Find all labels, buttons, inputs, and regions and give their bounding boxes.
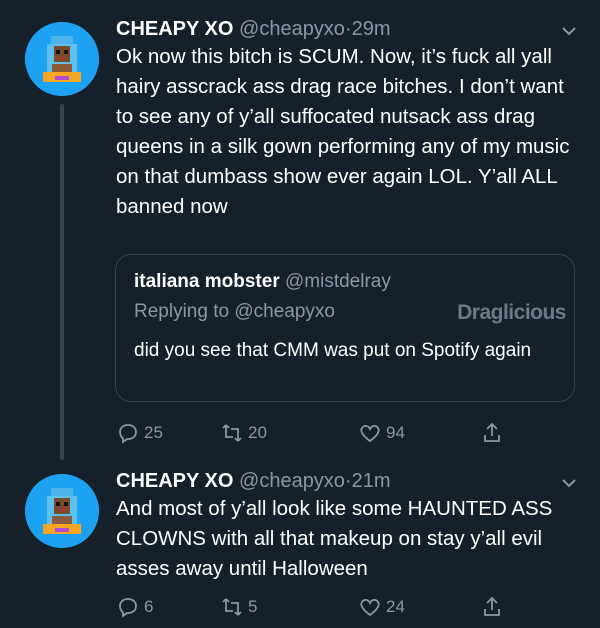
quote-text: did you see that CMM was put on Spotify … — [134, 340, 532, 361]
heart-icon — [360, 598, 380, 617]
share-button[interactable] — [480, 418, 504, 448]
reply-icon — [119, 598, 137, 618]
reply-count: 25 — [144, 423, 163, 442]
like-count: 94 — [386, 423, 405, 442]
action-bar: 6 5 24 — [116, 592, 516, 622]
quote-user-handle: @mistdelray — [285, 271, 391, 292]
share-icon — [484, 422, 500, 442]
chevron-down-icon[interactable] — [558, 20, 580, 42]
quote-header: italiana mobster @mistdelray — [134, 269, 391, 295]
like-button[interactable]: 24 — [358, 592, 405, 622]
retweet-icon — [222, 424, 242, 442]
share-button[interactable] — [480, 592, 504, 622]
tweet-header: CHEAPY XO @cheapyxo·29m — [116, 16, 560, 42]
user-handle[interactable]: @cheapyxo — [239, 470, 345, 492]
replying-to[interactable]: Replying to @cheapyxo — [134, 299, 335, 325]
timestamp[interactable]: 21m — [352, 470, 391, 492]
reply-icon — [119, 424, 137, 444]
tweet-text: Ok now this bitch is SCUM. Now, it’s fuc… — [116, 45, 570, 218]
quoted-tweet[interactable]: italiana mobster @mistdelray Replying to… — [115, 254, 575, 402]
user-handle[interactable]: @cheapyxo — [239, 18, 345, 40]
separator-dot: · — [344, 470, 352, 492]
heart-icon — [360, 424, 380, 443]
display-name[interactable]: CHEAPY XO — [116, 470, 233, 492]
retweet-count: 20 — [248, 423, 267, 442]
avatar[interactable] — [25, 474, 99, 548]
retweet-icon — [222, 598, 242, 616]
tweet-header: CHEAPY XO @cheapyxo·21m — [116, 468, 560, 494]
chevron-down-icon[interactable] — [558, 472, 580, 494]
retweet-button[interactable]: 5 — [220, 592, 257, 622]
watermark: Draglicious — [457, 301, 566, 324]
retweet-button[interactable]: 20 — [220, 418, 267, 448]
separator-dot: · — [344, 18, 352, 40]
reply-button[interactable]: 6 — [116, 592, 153, 622]
reply-count: 6 — [144, 597, 154, 616]
tweet[interactable]: CHEAPY XO @cheapyxo·21m And most of y’al… — [0, 452, 600, 628]
retweet-count: 5 — [248, 597, 258, 616]
thread-line — [60, 104, 64, 460]
share-icon — [484, 596, 500, 616]
display-name[interactable]: CHEAPY XO — [116, 18, 233, 40]
timestamp[interactable]: 29m — [352, 18, 391, 40]
like-count: 24 — [386, 597, 405, 616]
tweet-text: And most of y’all look like some HAUNTED… — [116, 497, 553, 580]
reply-button[interactable]: 25 — [116, 418, 163, 448]
like-button[interactable]: 94 — [358, 418, 405, 448]
action-bar: 25 20 94 — [116, 418, 516, 448]
quote-display-name: italiana mobster — [134, 271, 280, 292]
avatar[interactable] — [25, 22, 99, 96]
tweet[interactable]: CHEAPY XO @cheapyxo·29m Ok now this bitc… — [0, 0, 600, 460]
